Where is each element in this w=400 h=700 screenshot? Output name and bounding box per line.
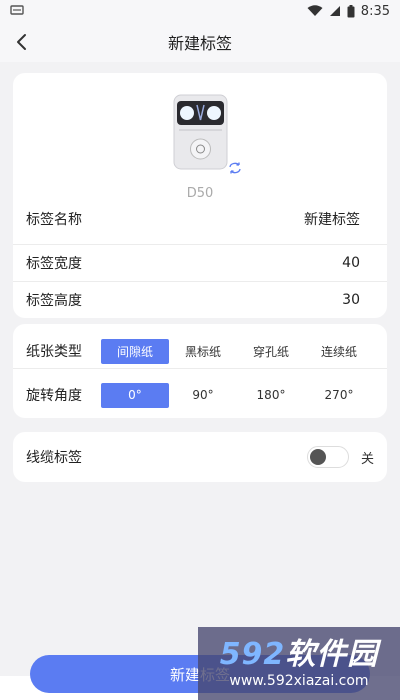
watermark-digits: 592 bbox=[219, 636, 286, 672]
watermark-brand: 592软件园 bbox=[219, 636, 379, 672]
watermark-name: 软件园 bbox=[285, 636, 379, 672]
notification-icon bbox=[10, 4, 24, 19]
rotation-option[interactable]: 0° bbox=[101, 382, 169, 408]
status-time: 8:35 bbox=[360, 3, 390, 19]
label-width-label: 标签宽度 bbox=[26, 256, 82, 272]
wifi-icon bbox=[307, 5, 323, 17]
label-name-row[interactable]: 标签名称 新建标签 bbox=[13, 201, 387, 237]
rotation-option[interactable]: 270° bbox=[305, 383, 373, 408]
cable-label-card: 线缆标签 关 bbox=[13, 432, 387, 482]
cable-label-state: 关 bbox=[360, 451, 374, 467]
label-printer-image bbox=[173, 94, 228, 170]
label-height-value[interactable]: 30 bbox=[342, 292, 374, 308]
paper-type-option[interactable]: 黑标纸 bbox=[169, 339, 237, 364]
battery-icon bbox=[347, 4, 355, 18]
cable-label-toggle-group: 关 bbox=[306, 446, 374, 468]
rotation-option[interactable]: 90° bbox=[169, 383, 237, 408]
rotation-row: 旋转角度 0° 90° 180° 270° bbox=[13, 375, 387, 415]
watermark-url: www.592xiazai.com bbox=[229, 672, 369, 689]
status-icons: 8:35 bbox=[307, 4, 390, 19]
rotation-option[interactable]: 180° bbox=[237, 383, 305, 408]
signal-icon bbox=[329, 5, 341, 17]
switch-device-icon[interactable] bbox=[228, 159, 242, 174]
label-name-value[interactable]: 新建标签 bbox=[304, 209, 374, 229]
toggle-knob bbox=[309, 449, 326, 465]
label-height-label: 标签高度 bbox=[26, 293, 82, 309]
paper-type-row: 纸张类型 间隙纸 黑标纸 穿孔纸 连续纸 bbox=[13, 331, 387, 371]
paper-type-options: 间隙纸 黑标纸 穿孔纸 连续纸 bbox=[101, 338, 373, 364]
cable-label-label: 线缆标签 bbox=[26, 450, 82, 466]
cable-label-toggle[interactable] bbox=[306, 446, 349, 468]
device-area: D50 bbox=[13, 73, 387, 203]
back-button[interactable] bbox=[10, 30, 34, 54]
paper-type-option[interactable]: 连续纸 bbox=[305, 339, 373, 364]
nav-bar: 新建标签 bbox=[0, 22, 400, 62]
back-arrow-icon bbox=[17, 34, 26, 50]
label-width-row[interactable]: 标签宽度 40 bbox=[13, 245, 387, 281]
page-title: 新建标签 bbox=[167, 34, 232, 53]
status-bar: 8:35 bbox=[0, 0, 400, 22]
paper-type-option[interactable]: 间隙纸 bbox=[101, 338, 169, 364]
label-name-label: 标签名称 bbox=[26, 212, 82, 228]
rotation-label: 旋转角度 bbox=[26, 388, 82, 404]
rotation-options: 0° 90° 180° 270° bbox=[101, 382, 373, 408]
device-name: D50 bbox=[186, 186, 214, 201]
divider bbox=[13, 368, 387, 369]
paper-type-label: 纸张类型 bbox=[26, 344, 82, 360]
cable-label-row: 线缆标签 关 bbox=[13, 432, 387, 482]
print-options-card: 纸张类型 间隙纸 黑标纸 穿孔纸 连续纸 旋转角度 0° 90° 180° 27… bbox=[13, 324, 387, 418]
label-settings-card: D50 标签名称 新建标签 标签宽度 40 标签高度 30 bbox=[13, 73, 387, 318]
paper-type-option[interactable]: 穿孔纸 bbox=[237, 339, 305, 364]
label-width-value[interactable]: 40 bbox=[342, 255, 374, 271]
watermark-logo: 592软件园 www.592xiazai.com bbox=[198, 627, 400, 700]
label-height-row[interactable]: 标签高度 30 bbox=[13, 282, 387, 318]
